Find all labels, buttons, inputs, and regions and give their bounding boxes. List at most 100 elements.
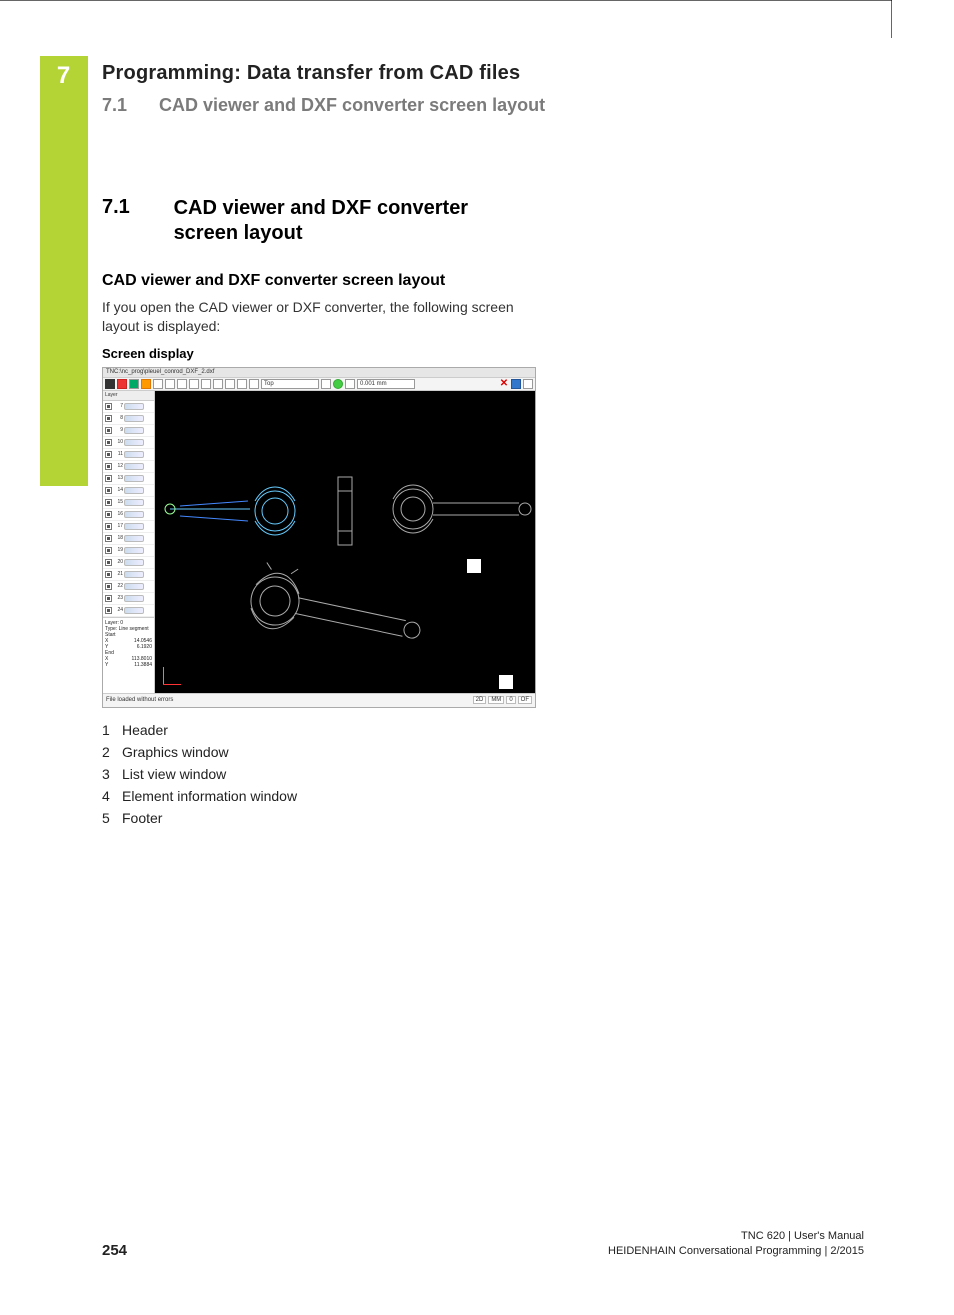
view-select[interactable]: Top	[261, 379, 319, 389]
layer-visibility-checkbox[interactable]	[105, 559, 112, 566]
cad-footer-bar: File loaded without errors 2DMM0OF	[103, 693, 535, 707]
cad-toolbar: Top 0.001 mm ✕	[103, 378, 535, 391]
layer-id: 19	[113, 547, 123, 553]
layer-visibility-checkbox[interactable]	[105, 595, 112, 602]
layer-visibility-checkbox[interactable]	[105, 403, 112, 410]
toolbar-icon[interactable]	[153, 379, 163, 389]
layer-row[interactable]: 24	[103, 605, 154, 617]
layer-row[interactable]: 7	[103, 401, 154, 413]
legend-number: 4	[102, 788, 122, 804]
layer-visibility-checkbox[interactable]	[105, 475, 112, 482]
layer-row[interactable]: 10	[103, 437, 154, 449]
page-footer: 254 TNC 620 | User's Manual HEIDENHAIN C…	[102, 1229, 864, 1259]
layer-id: 17	[113, 523, 123, 529]
screen-legend-list: 1Header2Graphics window3List view window…	[102, 722, 842, 826]
toolbar-icon[interactable]	[177, 379, 187, 389]
toolbar-icon[interactable]	[165, 379, 175, 389]
legend-item: 4Element information window	[102, 788, 842, 804]
toolbar-icon[interactable]	[321, 379, 331, 389]
layer-visibility-checkbox[interactable]	[105, 535, 112, 542]
layer-visibility-checkbox[interactable]	[105, 499, 112, 506]
toolbar-icon[interactable]	[201, 379, 211, 389]
page-body: 7.1 CAD viewer and DXF converter screen …	[102, 196, 842, 832]
layer-swatch-icon	[124, 403, 144, 410]
legend-number: 1	[102, 722, 122, 738]
legend-text: Footer	[122, 810, 162, 826]
layer-visibility-checkbox[interactable]	[105, 427, 112, 434]
layer-visibility-checkbox[interactable]	[105, 607, 112, 614]
toolbar-icon[interactable]	[213, 379, 223, 389]
toolbar-icon[interactable]	[129, 379, 139, 389]
layer-visibility-checkbox[interactable]	[105, 571, 112, 578]
layer-swatch-icon	[124, 451, 144, 458]
tolerance-readout: 0.001 mm	[357, 379, 415, 389]
layer-visibility-checkbox[interactable]	[105, 523, 112, 530]
layer-id: 12	[113, 463, 123, 469]
layer-row[interactable]: 17	[103, 521, 154, 533]
layer-row[interactable]: 12	[103, 461, 154, 473]
layer-row[interactable]: 22	[103, 581, 154, 593]
layer-row[interactable]: 15	[103, 497, 154, 509]
graphics-window[interactable]	[155, 391, 535, 693]
layer-row[interactable]: 11	[103, 449, 154, 461]
view-select-value: Top	[264, 381, 274, 387]
cad-main-area: Layer 789101112131415161718192021222324 …	[103, 391, 535, 693]
layer-swatch-icon	[124, 499, 144, 506]
layer-visibility-checkbox[interactable]	[105, 583, 112, 590]
layer-visibility-checkbox[interactable]	[105, 451, 112, 458]
layer-visibility-checkbox[interactable]	[105, 511, 112, 518]
layer-row[interactable]: 13	[103, 473, 154, 485]
layer-row[interactable]: 21	[103, 569, 154, 581]
section-number: 7.1	[102, 196, 168, 219]
layer-visibility-checkbox[interactable]	[105, 463, 112, 470]
toolbar-icon[interactable]	[225, 379, 235, 389]
layer-swatch-icon	[124, 523, 144, 530]
save-icon[interactable]	[511, 379, 521, 389]
marker-square	[499, 675, 513, 689]
chapter-tab-bar	[40, 56, 88, 486]
legend-item: 5Footer	[102, 810, 842, 826]
layer-swatch-icon	[124, 511, 144, 518]
layer-row[interactable]: 9	[103, 425, 154, 437]
layer-id: 10	[113, 439, 123, 445]
layer-id: 11	[113, 451, 123, 457]
layer-row[interactable]: 8	[103, 413, 154, 425]
footer-cell: OF	[518, 696, 532, 704]
layer-visibility-checkbox[interactable]	[105, 415, 112, 422]
layer-row[interactable]: 23	[103, 593, 154, 605]
layer-row[interactable]: 14	[103, 485, 154, 497]
manual-page: 7 Programming: Data transfer from CAD fi…	[0, 0, 954, 1315]
layer-row[interactable]: 19	[103, 545, 154, 557]
legend-item: 1Header	[102, 722, 842, 738]
toolbar-icon[interactable]	[249, 379, 259, 389]
layer-id: 7	[113, 403, 123, 409]
status-indicator-icon	[333, 379, 343, 389]
toolbar-icon[interactable]	[117, 379, 127, 389]
element-info-window: Layer: 0 Type: Line segment Start X14.05…	[103, 617, 154, 693]
legend-number: 5	[102, 810, 122, 826]
crop-rule-right	[891, 0, 892, 38]
layer-visibility-checkbox[interactable]	[105, 547, 112, 554]
toolbar-icon[interactable]	[105, 379, 115, 389]
close-icon[interactable]: ✕	[499, 379, 509, 389]
toolbar-icon[interactable]	[237, 379, 247, 389]
layer-visibility-checkbox[interactable]	[105, 487, 112, 494]
layer-swatch-icon	[124, 571, 144, 578]
running-header: Programming: Data transfer from CAD file…	[102, 62, 842, 116]
toolbar-icon[interactable]	[141, 379, 151, 389]
layer-visibility-checkbox[interactable]	[105, 439, 112, 446]
layer-swatch-icon	[124, 535, 144, 542]
layer-row[interactable]: 18	[103, 533, 154, 545]
layer-row[interactable]: 20	[103, 557, 154, 569]
footer-status-text: File loaded without errors	[106, 697, 173, 703]
info-end-y: Y11.3884	[105, 662, 152, 668]
layer-swatch-icon	[124, 475, 144, 482]
layer-row[interactable]: 16	[103, 509, 154, 521]
toolbar-icon[interactable]	[345, 379, 355, 389]
footer-cell: MM	[488, 696, 504, 704]
toolbar-icon[interactable]	[189, 379, 199, 389]
layer-id: 22	[113, 583, 123, 589]
export-icon[interactable]	[523, 379, 533, 389]
layer-id: 15	[113, 499, 123, 505]
layer-id: 23	[113, 595, 123, 601]
